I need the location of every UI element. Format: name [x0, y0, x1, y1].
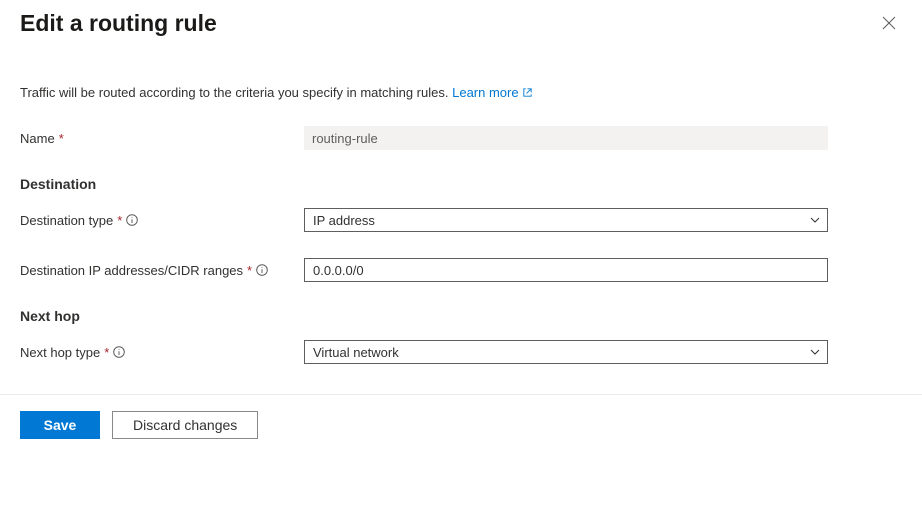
destination-ip-label: Destination IP addresses/CIDR ranges *: [20, 263, 296, 278]
footer-bar: Save Discard changes: [0, 395, 922, 455]
learn-more-link[interactable]: Learn more: [452, 85, 533, 100]
required-asterisk: *: [104, 345, 109, 360]
info-icon[interactable]: [113, 346, 125, 358]
destination-heading: Destination: [20, 176, 902, 192]
next-hop-type-select[interactable]: Virtual network: [304, 340, 828, 364]
chevron-down-icon: [809, 214, 821, 226]
close-button[interactable]: [876, 10, 902, 36]
next-hop-heading: Next hop: [20, 308, 902, 324]
destination-type-label: Destination type *: [20, 213, 296, 228]
panel-description: Traffic will be routed according to the …: [20, 85, 902, 100]
save-button[interactable]: Save: [20, 411, 100, 439]
close-icon: [882, 18, 896, 33]
required-asterisk: *: [59, 131, 64, 146]
info-icon[interactable]: [256, 264, 268, 276]
destination-type-select[interactable]: IP address: [304, 208, 828, 232]
required-asterisk: *: [117, 213, 122, 228]
panel-title: Edit a routing rule: [20, 10, 217, 37]
info-icon[interactable]: [126, 214, 138, 226]
name-label: Name *: [20, 131, 296, 146]
destination-ip-input[interactable]: [304, 258, 828, 282]
name-input: [304, 126, 828, 150]
required-asterisk: *: [247, 263, 252, 278]
next-hop-type-label: Next hop type *: [20, 345, 296, 360]
discard-button[interactable]: Discard changes: [112, 411, 258, 439]
external-link-icon: [522, 85, 533, 100]
chevron-down-icon: [809, 346, 821, 358]
